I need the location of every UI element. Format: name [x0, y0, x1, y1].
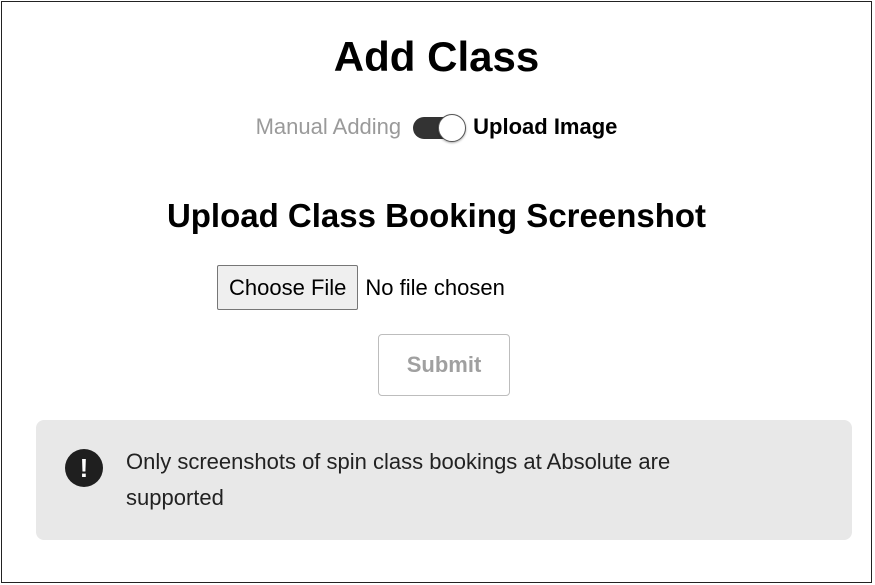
exclamation-circle-icon: !: [65, 449, 103, 487]
choose-file-button[interactable]: Choose File: [217, 265, 359, 310]
submit-button[interactable]: Submit: [378, 334, 510, 396]
upload-heading: Upload Class Booking Screenshot: [166, 197, 707, 234]
page-title: Add Class: [333, 33, 540, 80]
info-notice: ! Only screenshots of spin class booking…: [36, 420, 852, 540]
mode-toggle-switch[interactable]: [413, 113, 467, 142]
file-input[interactable]: Choose File No file chosen: [217, 265, 505, 310]
mode-toggle-row: Manual Adding Upload Image: [2, 110, 871, 144]
toggle-knob: [438, 114, 467, 142]
manual-adding-label[interactable]: Manual Adding: [256, 114, 402, 140]
upload-image-label[interactable]: Upload Image: [473, 114, 617, 140]
notice-text: Only screenshots of spin class bookings …: [126, 449, 671, 510]
file-status-text: No file chosen: [365, 274, 505, 300]
page-frame: Add Class Manual Adding Upload Image Upl…: [1, 1, 872, 583]
